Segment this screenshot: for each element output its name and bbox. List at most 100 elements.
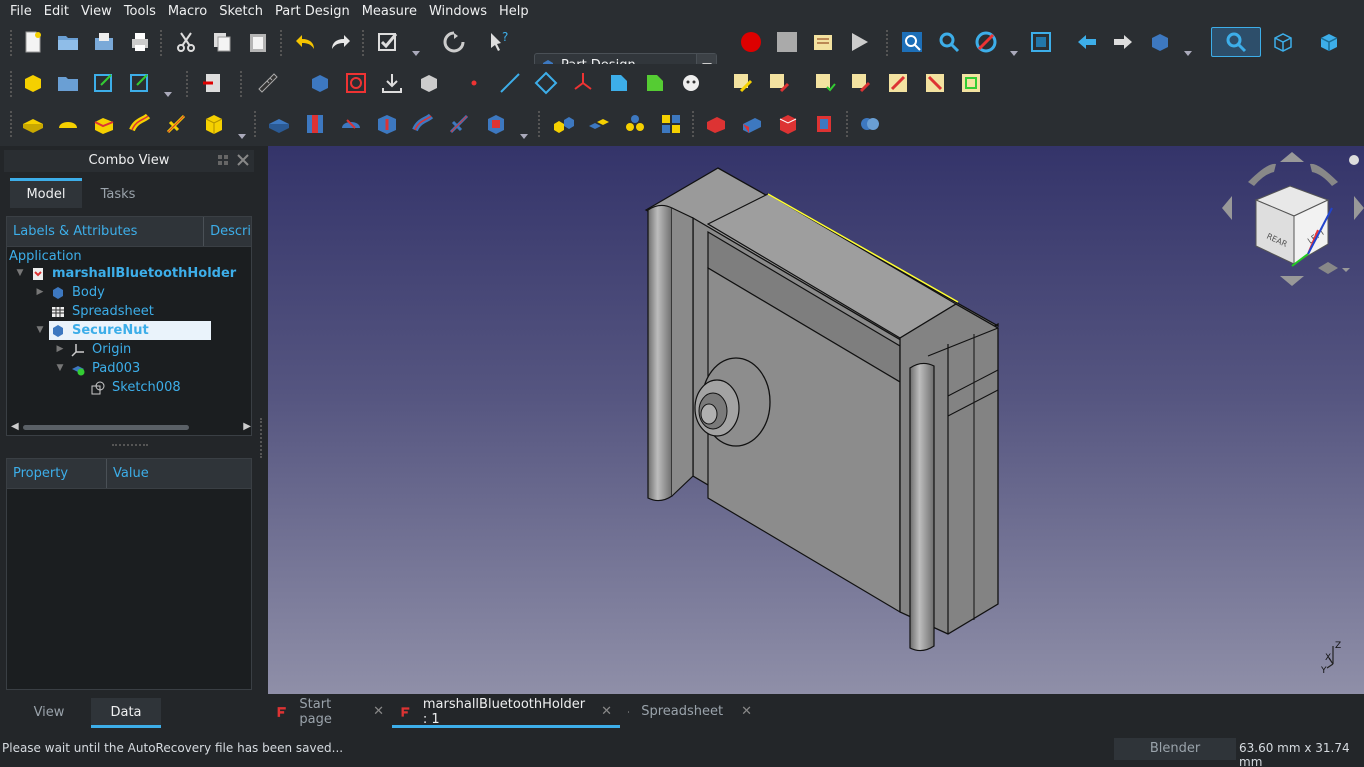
toolbar-handle[interactable] bbox=[240, 71, 246, 97]
toolbar-handle[interactable] bbox=[692, 111, 698, 137]
draft-icon[interactable] bbox=[773, 109, 803, 139]
bounding-box-icon[interactable] bbox=[1026, 27, 1056, 57]
property-header-property[interactable]: Property bbox=[7, 459, 107, 488]
nav-menu-dot-icon[interactable] bbox=[1349, 155, 1359, 165]
tree-item-body[interactable]: ▶ Body bbox=[35, 283, 105, 302]
refresh-check-icon[interactable] bbox=[373, 27, 403, 57]
toolbar-handle[interactable] bbox=[160, 30, 166, 56]
back-arrow-icon[interactable] bbox=[1072, 27, 1102, 57]
close-icon[interactable]: ✕ bbox=[373, 704, 384, 719]
hole-icon[interactable] bbox=[300, 109, 330, 139]
toolbar-handle[interactable] bbox=[10, 111, 16, 137]
chevron-down-icon[interactable] bbox=[412, 51, 420, 57]
view-menu-cube-icon[interactable] bbox=[1318, 262, 1338, 274]
menu-measure[interactable]: Measure bbox=[356, 0, 423, 23]
copy-icon[interactable] bbox=[207, 27, 237, 57]
datum-point-icon[interactable] bbox=[459, 68, 489, 98]
additive-helix-icon[interactable] bbox=[161, 109, 191, 139]
tab-model[interactable]: Model bbox=[10, 178, 82, 208]
open-file-icon[interactable] bbox=[53, 27, 83, 57]
toolbar-handle[interactable] bbox=[538, 111, 544, 137]
toolbar-handle[interactable] bbox=[186, 71, 192, 97]
toolbar-handle[interactable] bbox=[280, 30, 286, 56]
scroll-left-icon[interactable]: ◀ bbox=[11, 421, 19, 432]
toolbar-handle[interactable] bbox=[254, 111, 260, 137]
view-sketch-icon[interactable] bbox=[956, 68, 986, 98]
property-header-value[interactable]: Value bbox=[107, 459, 149, 488]
toolbar-handle[interactable] bbox=[10, 30, 16, 56]
close-icon[interactable]: ✕ bbox=[741, 704, 752, 719]
new-file-icon[interactable] bbox=[18, 27, 48, 57]
pocket-icon[interactable] bbox=[264, 109, 294, 139]
subtractive-box-icon[interactable] bbox=[481, 109, 511, 139]
tab-tasks[interactable]: Tasks bbox=[82, 178, 154, 208]
polar-pattern-icon[interactable] bbox=[620, 109, 650, 139]
menu-part-design[interactable]: Part Design bbox=[269, 0, 356, 23]
close-icon[interactable]: ✕ bbox=[601, 704, 612, 719]
menu-edit[interactable]: Edit bbox=[38, 0, 75, 23]
tab-start-page[interactable]: Start page ✕ bbox=[268, 695, 392, 728]
clone-icon[interactable] bbox=[414, 68, 444, 98]
menu-macro[interactable]: Macro bbox=[162, 0, 213, 23]
chevron-down-icon[interactable] bbox=[520, 134, 528, 140]
close-icon[interactable] bbox=[236, 153, 250, 167]
menu-tools[interactable]: Tools bbox=[118, 0, 162, 23]
additive-box-icon[interactable] bbox=[199, 109, 229, 139]
scroll-right-icon[interactable]: ▶ bbox=[243, 421, 251, 432]
tree-item-pad[interactable]: ▼ Pad003 bbox=[55, 359, 141, 378]
multi-transform-icon[interactable] bbox=[656, 109, 686, 139]
float-panel-icon[interactable] bbox=[216, 153, 230, 167]
tab-view[interactable]: View bbox=[14, 698, 84, 728]
chevron-down-icon[interactable] bbox=[164, 92, 172, 98]
record-macro-icon[interactable] bbox=[736, 27, 766, 57]
menu-help[interactable]: Help bbox=[493, 0, 535, 23]
close-group-icon[interactable] bbox=[198, 68, 228, 98]
3d-model[interactable] bbox=[268, 146, 1364, 694]
isometric-view-icon[interactable] bbox=[1268, 27, 1298, 57]
forward-arrow-icon[interactable] bbox=[1108, 27, 1138, 57]
revolution-icon[interactable] bbox=[53, 109, 83, 139]
linear-pattern-icon[interactable] bbox=[584, 109, 614, 139]
subtractive-helix-icon[interactable] bbox=[444, 109, 474, 139]
rotate-ccw-arrow-icon[interactable] bbox=[1248, 163, 1276, 186]
chevron-down-icon[interactable]: ▼ bbox=[55, 359, 65, 378]
datum-line-icon[interactable] bbox=[495, 68, 525, 98]
tab-document[interactable]: marshallBluetoothHolder : 1 ✕ bbox=[392, 695, 620, 728]
chevron-down-icon[interactable] bbox=[238, 134, 246, 140]
tree-item-sketch[interactable]: Sketch008 bbox=[91, 378, 181, 397]
fit-selection-icon[interactable] bbox=[934, 27, 964, 57]
draw-style-icon[interactable] bbox=[971, 27, 1001, 57]
additive-loft-icon[interactable] bbox=[89, 109, 119, 139]
tree-horizontal-scrollbar[interactable]: ◀ ▶ bbox=[9, 421, 251, 433]
paste-icon[interactable] bbox=[243, 27, 273, 57]
boolean-icon[interactable] bbox=[855, 109, 885, 139]
tab-data[interactable]: Data bbox=[91, 698, 161, 728]
chevron-down-icon[interactable] bbox=[1342, 268, 1350, 272]
macros-icon[interactable] bbox=[808, 27, 838, 57]
clone-sheep-icon[interactable] bbox=[676, 68, 706, 98]
chevron-down-icon[interactable] bbox=[1010, 51, 1018, 57]
panel-splitter-handle[interactable] bbox=[112, 444, 148, 446]
cut-icon[interactable] bbox=[171, 27, 201, 57]
subshape-binder-icon[interactable] bbox=[640, 68, 670, 98]
edit-sketch-icon[interactable] bbox=[764, 68, 794, 98]
menu-file[interactable]: File bbox=[4, 0, 38, 23]
create-part-icon[interactable] bbox=[53, 68, 83, 98]
toolbar-handle[interactable] bbox=[846, 111, 852, 137]
redo-icon[interactable] bbox=[326, 27, 356, 57]
merge-sketch-icon[interactable] bbox=[846, 68, 876, 98]
chamfer-icon[interactable] bbox=[737, 109, 767, 139]
toolbar-handle[interactable] bbox=[10, 71, 16, 97]
print-icon[interactable] bbox=[125, 27, 155, 57]
thickness-icon[interactable] bbox=[809, 109, 839, 139]
selection-filter-button[interactable] bbox=[1211, 27, 1261, 57]
chevron-right-icon[interactable]: ▶ bbox=[55, 340, 65, 359]
subtractive-pipe-icon[interactable] bbox=[408, 109, 438, 139]
link-actions-icon[interactable] bbox=[125, 68, 155, 98]
menu-windows[interactable]: Windows bbox=[423, 0, 493, 23]
rotate-down-arrow-icon[interactable] bbox=[1280, 276, 1304, 286]
reorient-sketch-icon[interactable] bbox=[920, 68, 950, 98]
fit-all-icon[interactable] bbox=[897, 27, 927, 57]
tree-header-description[interactable]: Descri bbox=[204, 217, 251, 246]
fillet-icon[interactable] bbox=[701, 109, 731, 139]
